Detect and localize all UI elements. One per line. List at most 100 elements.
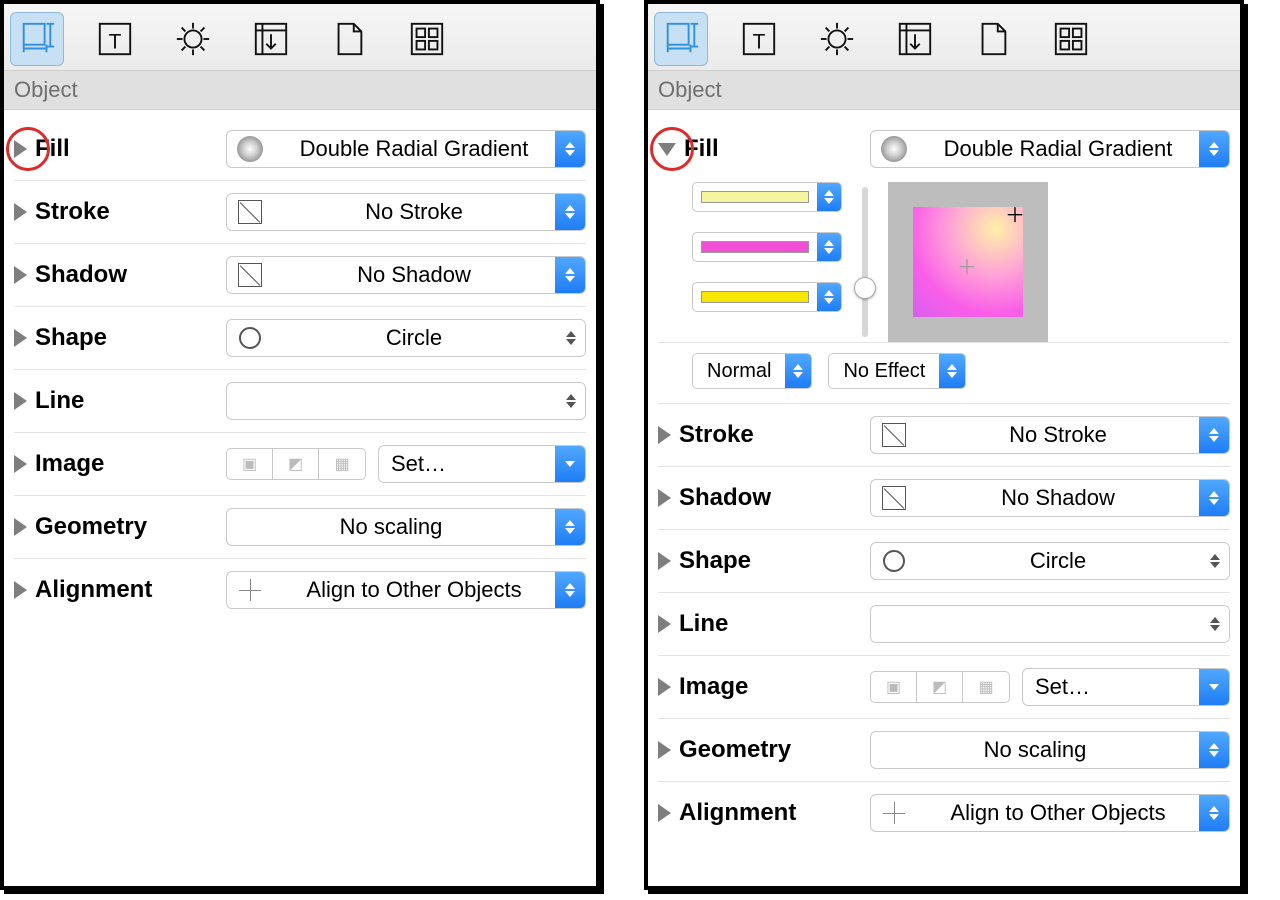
disclosure-line[interactable]: Line: [14, 387, 214, 415]
chevron-right-icon: [658, 615, 671, 633]
stepper-icon: [555, 320, 585, 356]
image-natural-icon[interactable]: ▣: [227, 449, 273, 479]
circle-icon: [235, 323, 265, 353]
stroke-value: No Stroke: [917, 422, 1199, 448]
alignment-popup[interactable]: Align to Other Objects: [226, 571, 586, 609]
chevron-right-icon: [658, 678, 671, 696]
label-stroke: Stroke: [35, 198, 110, 226]
disclosure-shadow[interactable]: Shadow: [658, 484, 858, 512]
tab-canvas[interactable]: [244, 12, 298, 66]
disclosure-line[interactable]: Line: [658, 610, 858, 638]
gradient-color-wells: [692, 182, 842, 342]
stepper-icon: [555, 257, 585, 293]
disclosure-shape[interactable]: Shape: [14, 324, 214, 352]
disclosure-alignment[interactable]: Alignment: [14, 576, 214, 604]
tab-stencils[interactable]: [1044, 12, 1098, 66]
slider-track: [862, 187, 868, 337]
stroke-type-popup[interactable]: No Stroke: [226, 193, 586, 231]
alignment-popup[interactable]: Align to Other Objects: [870, 794, 1230, 832]
line-type-popup[interactable]: [870, 605, 1230, 643]
disclosure-image[interactable]: Image: [14, 450, 214, 478]
tab-document[interactable]: [322, 12, 376, 66]
shadow-type-popup[interactable]: No Shadow: [870, 479, 1230, 517]
line-type-popup[interactable]: [226, 382, 586, 420]
chevron-down-icon: [658, 143, 676, 156]
gradient-color-3[interactable]: [692, 282, 842, 312]
tab-text[interactable]: T: [732, 12, 786, 66]
gradient-handle-center-icon[interactable]: ＋: [957, 251, 977, 280]
row-stroke: Stroke No Stroke: [658, 404, 1230, 467]
disclosure-fill[interactable]: Fill: [14, 135, 214, 163]
tab-document[interactable]: [966, 12, 1020, 66]
svg-text:T: T: [109, 31, 122, 54]
row-image: Image ▣◩▦ Set…: [658, 656, 1230, 719]
chevron-right-icon: [14, 140, 27, 158]
disclosure-alignment[interactable]: Alignment: [658, 799, 858, 827]
gradient-color-1[interactable]: [692, 182, 842, 212]
disclosure-stroke[interactable]: Stroke: [658, 421, 858, 449]
stepper-icon: [817, 233, 841, 261]
inspector-panel-collapsed: T Object Fill Double Radial Gradient Str…: [0, 0, 600, 890]
disclosure-image[interactable]: Image: [658, 673, 858, 701]
fill-type-popup[interactable]: Double Radial Gradient: [870, 130, 1230, 168]
fill-effect-value: No Effect: [829, 360, 939, 383]
tab-canvas[interactable]: [888, 12, 942, 66]
alignment-value: Align to Other Objects: [917, 800, 1199, 826]
blend-mode-popup[interactable]: Normal: [692, 353, 812, 389]
slider-thumb[interactable]: [854, 277, 876, 299]
image-mode-segmented[interactable]: ▣◩▦: [870, 671, 1010, 703]
disclosure-shape[interactable]: Shape: [658, 547, 858, 575]
stepper-icon: [1199, 131, 1229, 167]
gradient-midpoint-slider[interactable]: [856, 182, 874, 342]
disclosure-shadow[interactable]: Shadow: [14, 261, 214, 289]
fill-type-popup[interactable]: Double Radial Gradient: [226, 130, 586, 168]
no-shadow-icon: [879, 483, 909, 513]
disclosure-geometry[interactable]: Geometry: [14, 513, 214, 541]
tab-text[interactable]: T: [88, 12, 142, 66]
label-shadow: Shadow: [35, 261, 127, 289]
image-mode-segmented[interactable]: ▣ ◩ ▦: [226, 448, 366, 480]
tab-properties[interactable]: [166, 12, 220, 66]
stepper-icon: [939, 354, 965, 388]
image-tile-icon[interactable]: ▦: [319, 449, 365, 479]
row-line: Line: [14, 370, 586, 433]
image-natural-icon[interactable]: ▣: [871, 672, 917, 702]
gradient-color-2[interactable]: [692, 232, 842, 262]
inspector-body: Fill Double Radial Gradient Stroke No St…: [4, 110, 596, 886]
image-tile-icon[interactable]: ▦: [963, 672, 1009, 702]
geometry-popup[interactable]: No scaling: [870, 731, 1230, 769]
geometry-popup[interactable]: No scaling: [226, 508, 586, 546]
disclosure-stroke[interactable]: Stroke: [14, 198, 214, 226]
inspector-toolbar: T: [648, 4, 1240, 70]
row-image: Image ▣ ◩ ▦ Set…: [14, 433, 586, 496]
stepper-icon: [555, 509, 585, 545]
image-stretch-icon[interactable]: ◩: [917, 672, 963, 702]
shadow-type-popup[interactable]: No Shadow: [226, 256, 586, 294]
chevron-right-icon: [14, 329, 27, 347]
chevron-right-icon: [14, 455, 27, 473]
disclosure-geometry[interactable]: Geometry: [658, 736, 858, 764]
shape-type-popup[interactable]: Circle: [226, 319, 586, 357]
fill-effect-popup[interactable]: No Effect: [828, 353, 966, 389]
chevron-right-icon: [14, 581, 27, 599]
label-stroke: Stroke: [679, 421, 754, 449]
circle-icon: [879, 546, 909, 576]
tab-object[interactable]: [10, 12, 64, 66]
stepper-icon: [555, 194, 585, 230]
row-shadow: Shadow No Shadow: [658, 467, 1230, 530]
stepper-icon: [1199, 480, 1229, 516]
gradient-handle-outer-icon[interactable]: ＋: [1005, 199, 1025, 228]
tab-object[interactable]: [654, 12, 708, 66]
shape-type-popup[interactable]: Circle: [870, 542, 1230, 580]
tab-stencils[interactable]: [400, 12, 454, 66]
fill-value: Double Radial Gradient: [273, 136, 555, 162]
chevron-right-icon: [658, 489, 671, 507]
disclosure-fill[interactable]: Fill: [658, 135, 858, 163]
image-stretch-icon[interactable]: ◩: [273, 449, 319, 479]
gradient-preview[interactable]: ＋ ＋: [888, 182, 1048, 342]
stroke-type-popup[interactable]: No Stroke: [870, 416, 1230, 454]
label-shape: Shape: [35, 324, 107, 352]
image-set-popup[interactable]: Set…: [1022, 668, 1230, 706]
image-set-popup[interactable]: Set…: [378, 445, 586, 483]
tab-properties[interactable]: [810, 12, 864, 66]
